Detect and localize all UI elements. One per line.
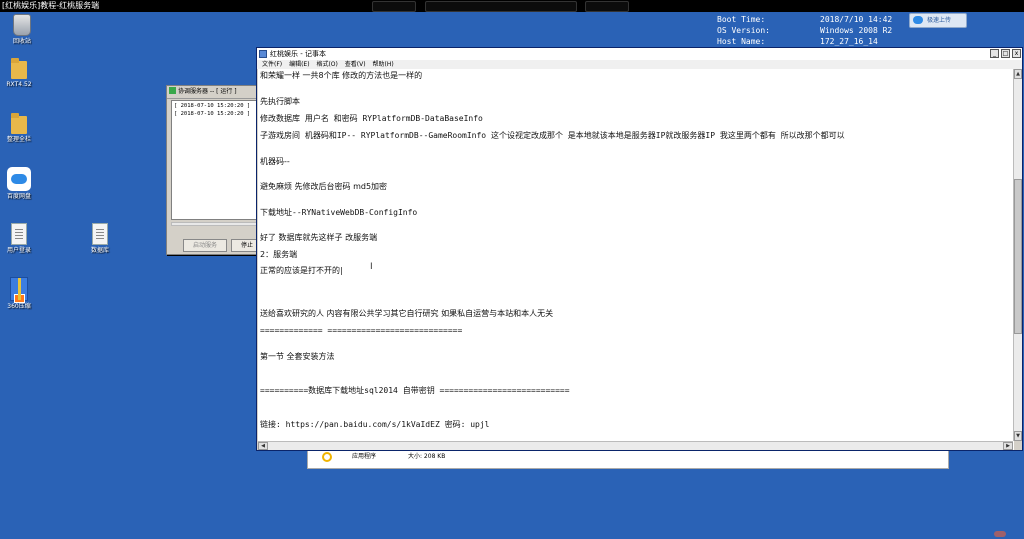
folder-icon <box>11 57 27 79</box>
vertical-scrollbar[interactable]: ▲ ▼ <box>1013 69 1022 441</box>
video-title-bar: [红桃娱乐]教程-红桃服务端 <box>0 0 1024 12</box>
video-title: [红桃娱乐]教程-红桃服务端 <box>2 1 100 10</box>
boot-time-label: Boot Time: <box>717 15 766 24</box>
text-line: 第一节 全套安装方法 <box>260 352 335 361</box>
desktop-icon-label: RXT4.52 <box>6 81 32 88</box>
os-version-value: Windows 2008 R2 <box>820 26 893 35</box>
text-line: ============= ==========================… <box>260 326 463 335</box>
scroll-left-icon[interactable]: ◀ <box>258 442 268 450</box>
document-icon <box>11 223 27 245</box>
desktop-icon-user-login[interactable]: 用户登录 <box>0 223 41 255</box>
text-line: 2：服务端 <box>260 250 298 259</box>
boot-time-value: 2018/7/10 14:42 <box>820 15 893 24</box>
text-line: 避免麻烦 先修改后台密码 md5加密 <box>260 182 388 191</box>
scroll-thumb[interactable] <box>1014 179 1022 334</box>
folder-icon <box>11 112 27 134</box>
log-line: [ 2018-07-10 15:20:20 ] <box>174 111 251 117</box>
player-control[interactable] <box>585 1 629 12</box>
desktop-icon-folder[interactable]: 整理全栏 <box>0 112 41 144</box>
notepad-title: 红桃娱乐 - 记事本 <box>270 50 326 58</box>
desktop-icon-360zip[interactable]: 360压缩 <box>0 277 41 311</box>
fast-upload-button[interactable]: 极速上传 <box>909 13 967 28</box>
corner-watermark-icon <box>994 531 1006 537</box>
desktop-icon-label: 数据库 <box>90 247 109 254</box>
notepad-text-area[interactable]: 和荣耀一样 一共8个库 修改的方法也是一样的 先执行脚本 修改数据库 用户名 和… <box>258 69 1014 450</box>
menu-help[interactable]: 帮助(H) <box>373 60 394 69</box>
desktop-icon-baidu-netdisk[interactable]: 百度网盘 <box>0 167 41 201</box>
os-version-label: OS Version: <box>717 26 770 35</box>
desktop-icon-label: 360压缩 <box>7 303 31 310</box>
text-line: 下载地址--RYNativeWebDB-ConfigInfo <box>260 208 418 217</box>
menu-file[interactable]: 文件(F) <box>262 60 282 69</box>
document-icon <box>92 223 108 245</box>
app-icon <box>169 87 176 94</box>
host-name-label: Host Name: <box>717 37 766 46</box>
close-button[interactable]: x <box>1012 49 1021 58</box>
desktop-icon-label: 用户登录 <box>6 247 31 254</box>
text-line: 送给喜欢研究的人 内容有限公共学习其它自行研究 如果私自运营与本站和本人无关 <box>260 309 554 318</box>
menu-edit[interactable]: 编辑(E) <box>289 60 309 69</box>
zip-icon <box>10 277 28 303</box>
host-name-value: 172_27_16_14 <box>820 37 878 46</box>
text-line: 正常的应该是打不开的| <box>260 266 343 275</box>
baidu-netdisk-icon <box>7 167 31 191</box>
sysinfo-values: 2018/7/10 14:42 Windows 2008 R2 172_27_1… <box>820 14 892 47</box>
text-line: 好了 数据库就先这样子 改服务端 <box>260 233 378 242</box>
log-line: [ 2018-07-10 15:20:20 ] <box>174 103 251 109</box>
application-icon <box>322 452 332 462</box>
menu-format[interactable]: 格式(O) <box>316 60 337 69</box>
file-size-label: 大小: 208 KB <box>408 453 446 460</box>
maximize-button[interactable]: □ <box>1001 49 1010 58</box>
text-line: 机器码-- <box>260 157 290 166</box>
text-line: ==========数据库下载地址sql2014 自带密钥 ==========… <box>260 386 570 395</box>
text-line: 和荣耀一样 一共8个库 修改的方法也是一样的 <box>260 71 423 80</box>
notepad-icon <box>259 50 267 58</box>
desktop-icon-label: 回收站 <box>12 38 31 45</box>
ibeam-cursor-icon: Ι <box>370 262 373 272</box>
menu-view[interactable]: 查看(V) <box>345 60 366 69</box>
sysinfo-keys: Boot Time: OS Version: Host Name: <box>717 14 770 47</box>
file-type-label: 应用程序 <box>352 453 377 460</box>
cloud-icon <box>913 16 923 24</box>
notepad-window[interactable]: 红桃娱乐 - 记事本 _ □ x 文件(F) 编辑(E) 格式(O) 查看(V)… <box>256 47 1023 451</box>
scroll-down-icon[interactable]: ▼ <box>1014 431 1022 441</box>
horizontal-scrollbar[interactable]: ◀ ▶ <box>258 441 1013 450</box>
text-line: 链接: https://pan.baidu.com/s/1kVaIdEZ 密码:… <box>260 420 490 429</box>
fast-upload-label: 极速上传 <box>927 17 952 24</box>
recycle-bin-icon <box>13 14 31 36</box>
player-control[interactable] <box>425 1 577 12</box>
scroll-up-icon[interactable]: ▲ <box>1014 69 1022 79</box>
player-control[interactable] <box>372 1 416 12</box>
desktop-icon-label: 百度网盘 <box>6 193 31 200</box>
desktop-icon-database[interactable]: 数据库 <box>78 223 122 255</box>
minimize-button[interactable]: _ <box>990 49 999 58</box>
text-line: 子游戏房间 机器码和IP-- RYPlatformDB--GameRoomInf… <box>260 131 845 140</box>
scroll-right-icon[interactable]: ▶ <box>1003 442 1013 450</box>
start-service-button[interactable]: 启动服务 <box>183 239 227 252</box>
desktop-icon-recycle-bin[interactable]: 回收站 <box>0 14 44 46</box>
text-line: 先执行脚本 <box>260 97 300 106</box>
desktop-icon-label: 整理全栏 <box>6 136 31 143</box>
notepad-menubar: 文件(F) 编辑(E) 格式(O) 查看(V) 帮助(H) <box>257 60 1022 69</box>
text-line: 修改数据库 用户名 和密码 RYPlatformDB-DataBaseInfo <box>260 114 483 123</box>
desktop-icon-rxt[interactable]: RXT4.52 <box>0 57 41 89</box>
sync-window-title: 协调服务器 -- [ 运行 ] <box>178 88 237 95</box>
